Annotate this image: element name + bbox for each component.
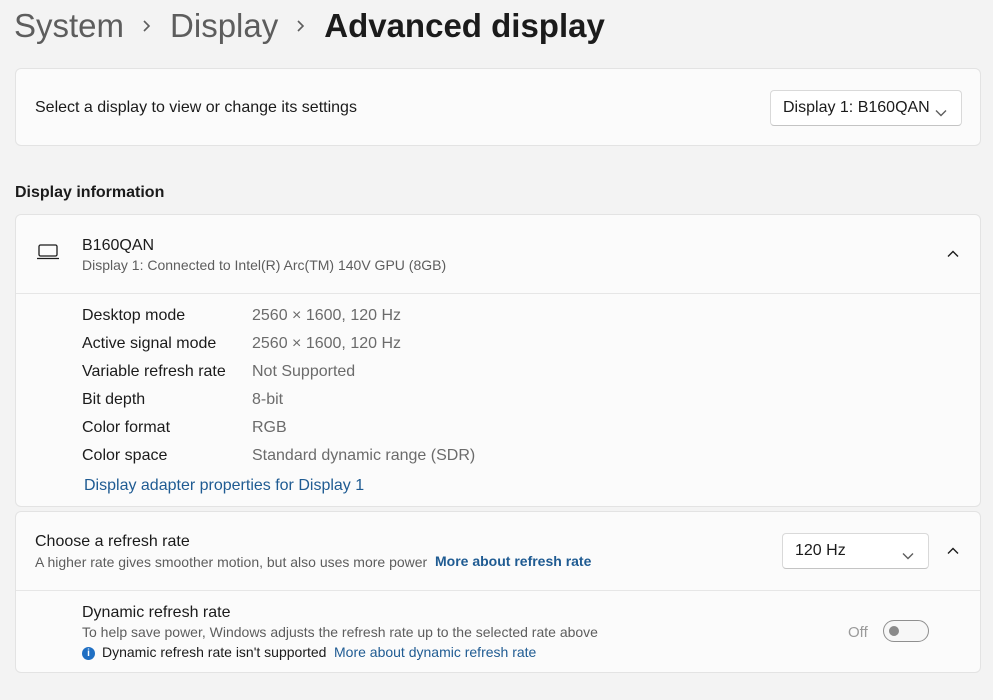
breadcrumb: System Display Advanced display (14, 4, 605, 48)
display-dropdown-value: Display 1: B160QAN (783, 99, 930, 116)
dynamic-refresh-toggle[interactable] (883, 620, 929, 642)
info-label-color-space: Color space (82, 447, 168, 464)
info-icon: i (82, 647, 95, 660)
info-value-variable-refresh-rate: Not Supported (252, 363, 356, 380)
display-adapter-properties-link[interactable]: Display adapter properties for Display 1 (84, 477, 364, 495)
info-value-bit-depth: 8-bit (252, 391, 284, 408)
collapse-display-info-button[interactable] (937, 238, 969, 270)
chevron-right-icon (124, 4, 170, 48)
chevron-up-icon (947, 542, 959, 560)
chevron-down-icon (935, 104, 947, 122)
refresh-rate-card: Choose a refresh rate A higher rate give… (15, 511, 981, 673)
dynamic-refresh-not-supported: Dynamic refresh rate isn't supported (102, 644, 327, 660)
dynamic-refresh-title: Dynamic refresh rate (82, 604, 231, 621)
divider (16, 590, 980, 591)
info-value-desktop-mode: 2560 × 1600, 120 Hz (252, 307, 402, 324)
collapse-refresh-rate-button[interactable] (937, 535, 969, 567)
refresh-rate-title: Choose a refresh rate (35, 533, 190, 550)
breadcrumb-item-display[interactable]: Display (170, 7, 278, 45)
dynamic-refresh-toggle-label: Off (848, 624, 868, 641)
more-about-refresh-rate-link[interactable]: More about refresh rate (435, 553, 591, 569)
toggle-knob (889, 626, 899, 636)
info-label-bit-depth: Bit depth (82, 391, 146, 408)
display-dropdown[interactable]: Display 1: B160QAN (770, 90, 962, 126)
dynamic-refresh-description: To help save power, Windows adjusts the … (82, 624, 598, 640)
display-information-heading: Display information (15, 184, 165, 201)
page-title: Advanced display (324, 7, 605, 44)
monitor-subtitle: Display 1: Connected to Intel(R) Arc(TM)… (82, 257, 447, 273)
info-value-color-space: Standard dynamic range (SDR) (252, 447, 476, 464)
refresh-rate-header: Choose a refresh rate A higher rate give… (16, 512, 980, 590)
select-display-label: Select a display to view or change its s… (35, 99, 357, 116)
chevron-up-icon (947, 245, 959, 263)
laptop-icon (36, 243, 60, 266)
info-label-desktop-mode: Desktop mode (82, 307, 186, 324)
info-label-active-signal-mode: Active signal mode (82, 335, 217, 352)
chevron-right-icon (278, 4, 324, 48)
info-value-active-signal-mode: 2560 × 1600, 120 Hz (252, 335, 402, 352)
refresh-rate-dropdown-value: 120 Hz (795, 542, 846, 559)
more-about-dynamic-refresh-link[interactable]: More about dynamic refresh rate (334, 644, 536, 660)
monitor-header[interactable]: B160QAN Display 1: Connected to Intel(R)… (16, 215, 980, 293)
info-label-color-format: Color format (82, 419, 171, 436)
refresh-rate-description: A higher rate gives smoother motion, but… (35, 554, 428, 570)
divider (16, 293, 980, 294)
select-display-card: Select a display to view or change its s… (15, 68, 981, 146)
refresh-rate-dropdown[interactable]: 120 Hz (782, 533, 929, 569)
info-label-variable-refresh-rate: Variable refresh rate (82, 363, 226, 380)
chevron-down-icon (902, 547, 914, 565)
monitor-name: B160QAN (82, 237, 155, 254)
display-information-card: B160QAN Display 1: Connected to Intel(R)… (15, 214, 981, 507)
info-value-color-format: RGB (252, 419, 287, 436)
breadcrumb-item-system[interactable]: System (14, 7, 124, 45)
